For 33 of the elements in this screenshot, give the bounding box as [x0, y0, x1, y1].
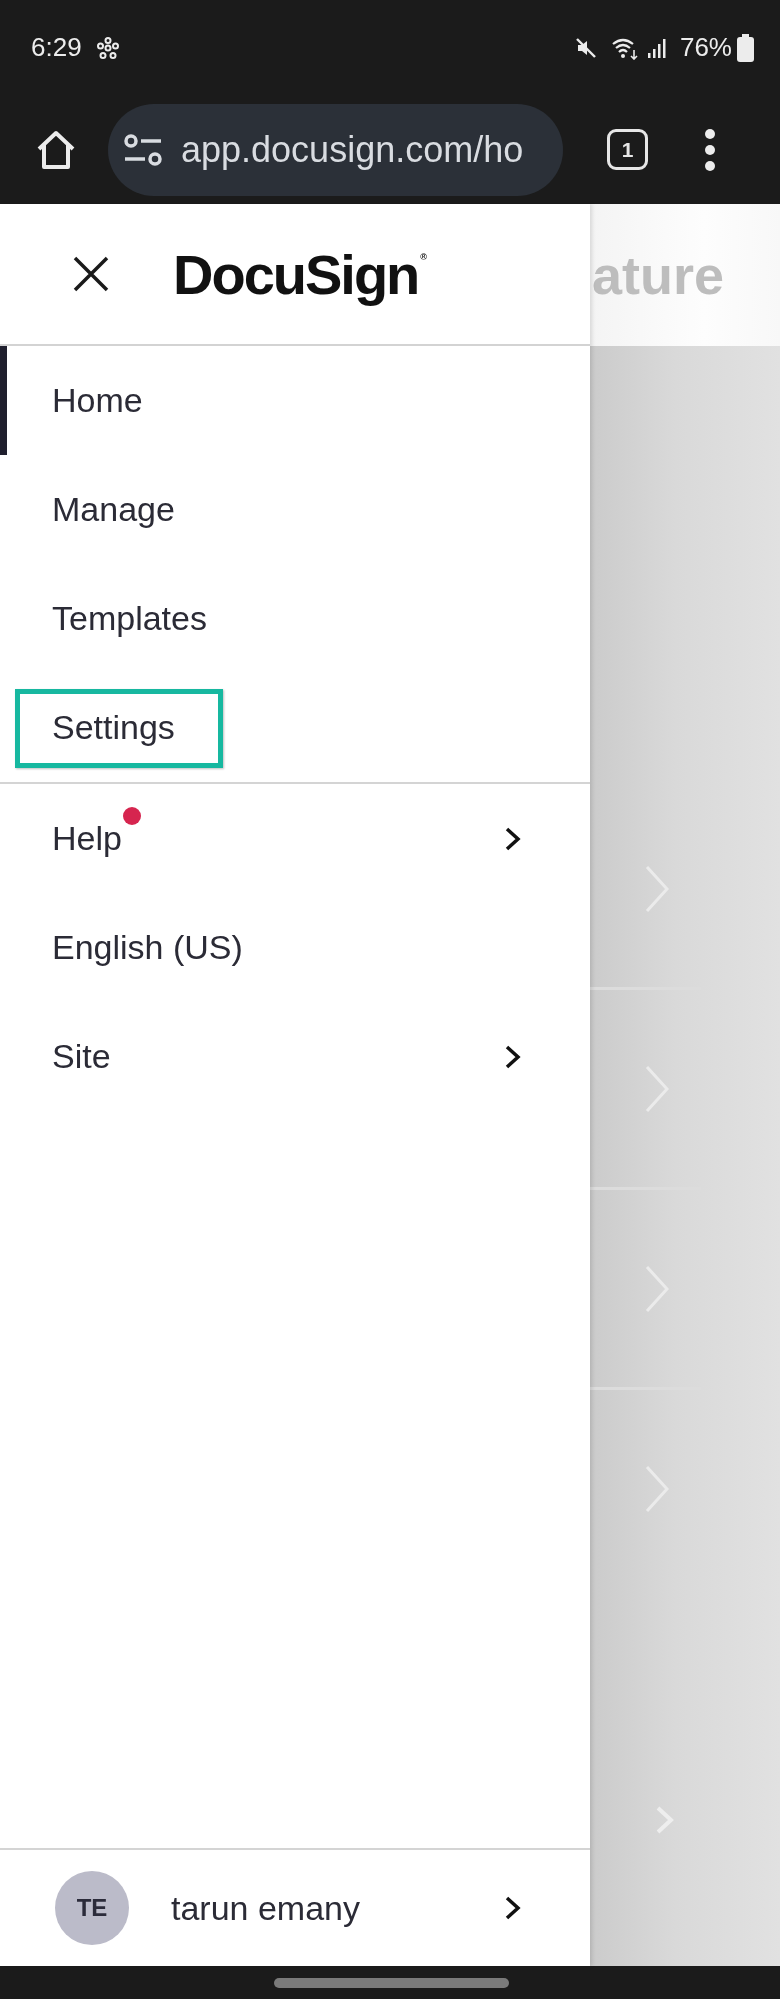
heading-text: ature [592, 244, 725, 306]
signal-icon [647, 37, 666, 58]
chevron-icon [645, 1264, 669, 1313]
status-time: 6:29 [31, 32, 82, 63]
battery-icon [737, 33, 754, 62]
chevron-icon [645, 1464, 669, 1513]
nav-item[interactable]: Templates [0, 564, 590, 673]
url-text[interactable]: app.docusign.com/ho [181, 128, 524, 171]
close-icon[interactable] [72, 255, 110, 293]
chevron-icon[interactable] [504, 1895, 522, 1921]
chevron-icon[interactable] [504, 825, 522, 852]
nav-item[interactable]: Manage [0, 455, 590, 564]
more-icon[interactable] [702, 127, 718, 172]
user-avatar: TE [55, 1871, 129, 1945]
nav-item[interactable]: Home [0, 346, 590, 455]
user-name[interactable]: tarun emany [171, 1888, 360, 1928]
nodes-icon [96, 36, 119, 59]
chevron-icon[interactable] [504, 1043, 522, 1070]
chevron-icon [645, 1064, 669, 1113]
nav-item[interactable]: English (US) [0, 893, 590, 1002]
nav-item[interactable]: Site [0, 1002, 590, 1111]
chevron-icon [655, 1805, 675, 1835]
tune-icon[interactable] [123, 133, 163, 166]
nav-item[interactable]: Settings [0, 673, 590, 782]
home-handle[interactable] [273, 1977, 509, 1988]
address-bar[interactable]: app.docusign.com/ho [108, 103, 563, 196]
nav-item[interactable]: Help [0, 784, 590, 893]
mute-icon [574, 36, 597, 59]
tab-count-button[interactable]: 1 [607, 129, 648, 170]
logo-text[interactable]: DocuSign$^{®}$ [173, 241, 427, 307]
chevron-icon [645, 864, 669, 913]
battery-percent: 76% [679, 32, 732, 63]
home-icon[interactable] [35, 128, 77, 171]
